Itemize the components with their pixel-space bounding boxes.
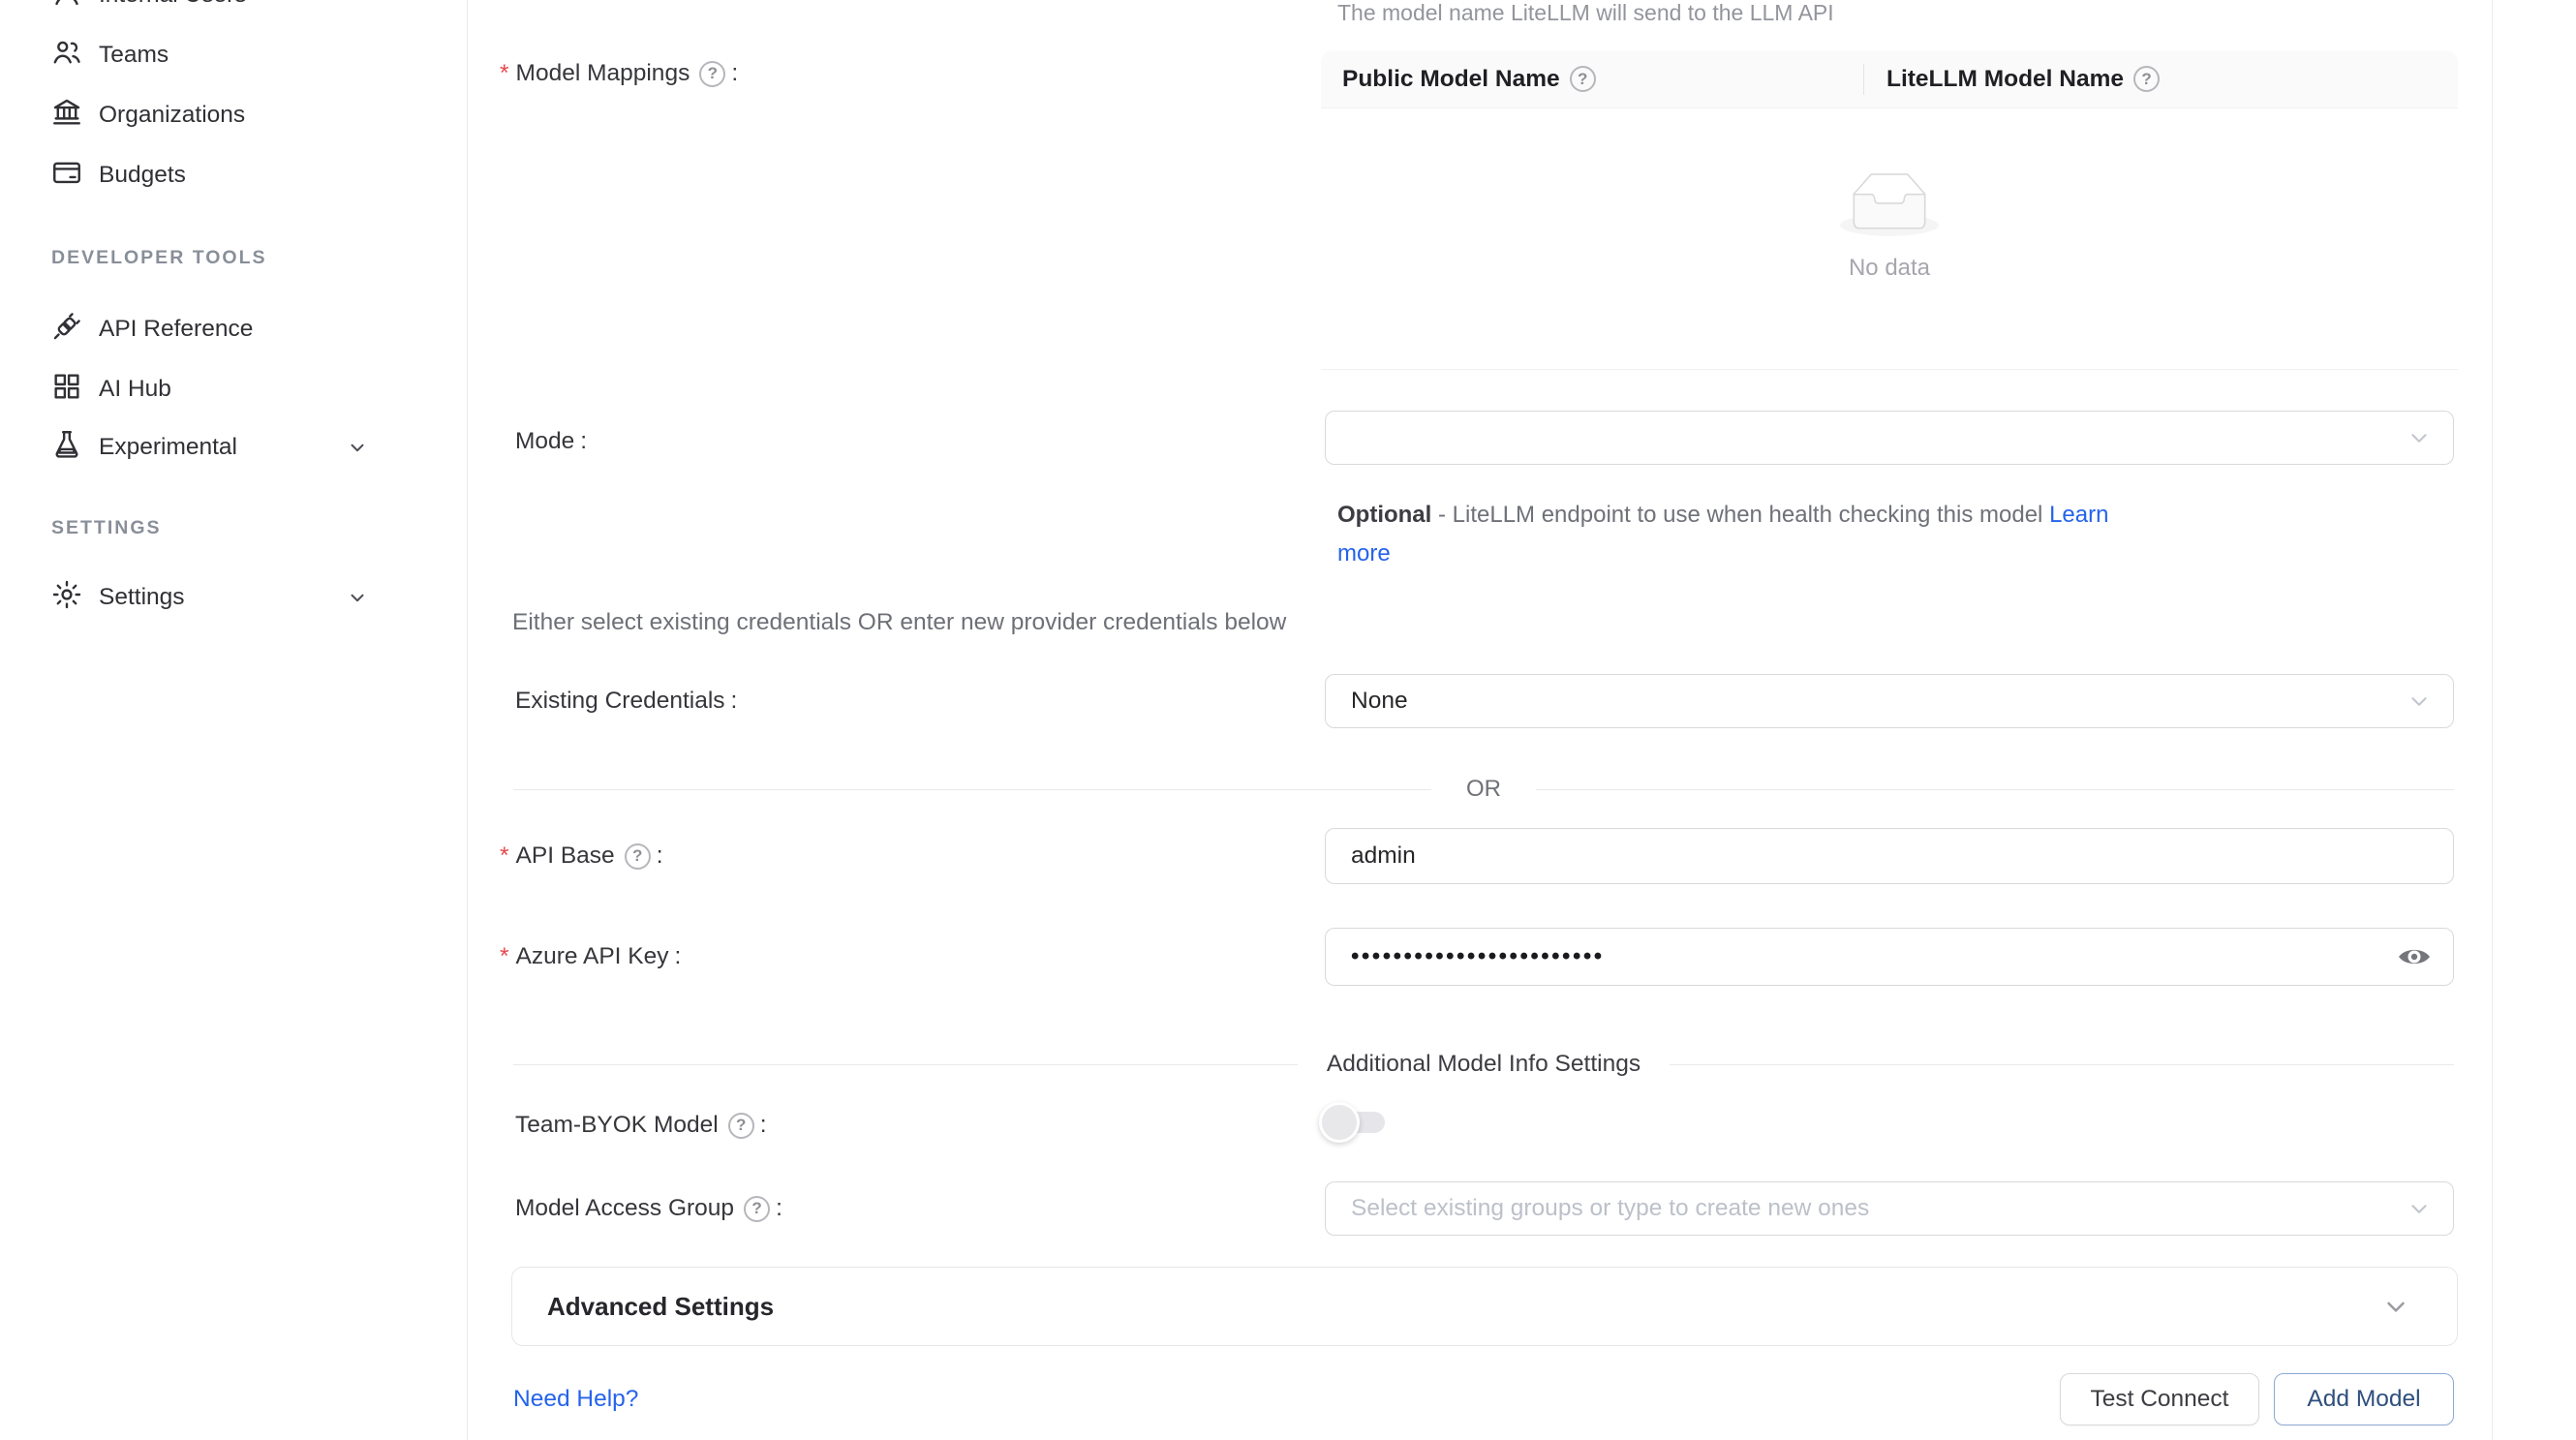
team-byok-toggle[interactable]: [1319, 1100, 1389, 1145]
credit-card-icon: [50, 156, 83, 196]
model-mappings-label: * Model Mappings :: [500, 60, 738, 87]
or-divider: OR: [513, 776, 2454, 803]
add-model-page: Internal Users Teams Organizations Budge…: [0, 0, 2576, 1440]
sidebar-item-api-reference[interactable]: API Reference: [50, 299, 428, 359]
user-icon: [50, 0, 83, 15]
column-divider: [1863, 64, 1864, 95]
chevron-down-icon: [2381, 1292, 2410, 1321]
sidebar-item-label: Teams: [99, 42, 169, 69]
sidebar-item-label: AI Hub: [99, 376, 171, 403]
help-icon[interactable]: [625, 843, 651, 870]
chevron-down-icon: [2407, 689, 2432, 714]
chevron-down-icon: [2407, 425, 2432, 450]
grid-icon: [50, 370, 83, 410]
chevron-down-icon: [347, 437, 368, 458]
add-model-button[interactable]: Add Model: [2274, 1373, 2454, 1425]
required-marker: *: [500, 943, 509, 970]
flask-icon: [50, 428, 83, 468]
azure-api-key-label: * Azure API Key :: [500, 943, 681, 970]
model-access-group-label: Model Access Group :: [500, 1195, 782, 1222]
existing-credentials-select[interactable]: None: [1325, 674, 2454, 728]
api-base-input[interactable]: admin: [1325, 828, 2454, 884]
credentials-instruction-text: Either select existing credentials OR en…: [512, 609, 1286, 636]
sidebar-section-developer-tools: DEVELOPER TOOLS: [51, 244, 267, 271]
masked-password-value: ••••••••••••••••••••••••: [1351, 943, 1605, 970]
learn-more-link[interactable]: Learn: [2049, 502, 2108, 528]
existing-credentials-label: Existing Credentials :: [500, 688, 737, 715]
mode-label: Mode :: [500, 428, 587, 455]
help-icon[interactable]: [699, 61, 725, 87]
required-marker: *: [500, 843, 509, 870]
plug-icon: [50, 310, 83, 350]
sidebar-section-settings: SETTINGS: [51, 514, 162, 541]
azure-api-key-input[interactable]: ••••••••••••••••••••••••: [1325, 928, 2454, 986]
sidebar-item-budgets[interactable]: Budgets: [50, 145, 428, 205]
advanced-settings-title: Advanced Settings: [547, 1292, 774, 1322]
table-body-empty: No data: [1321, 108, 2458, 370]
eye-icon[interactable]: [2397, 942, 2432, 971]
mode-select[interactable]: [1325, 411, 2454, 465]
bank-icon: [50, 96, 83, 136]
gear-icon: [50, 578, 83, 618]
need-help-link[interactable]: Need Help?: [513, 1386, 638, 1413]
help-icon[interactable]: [744, 1196, 770, 1222]
learn-more-link[interactable]: more: [1337, 540, 1391, 567]
content-right-divider: [2492, 0, 2493, 1440]
team-byok-label: Team-BYOK Model :: [500, 1112, 767, 1139]
sidebar-item-label: Settings: [99, 584, 185, 611]
litellm-model-helper-text: The model name LiteLLM will send to the …: [1337, 0, 1834, 26]
sidebar-item-label: Internal Users: [99, 0, 247, 9]
model-mappings-table: Public Model Name LiteLLM Model Name No …: [1321, 50, 2458, 370]
sidebar-item-organizations[interactable]: Organizations: [50, 85, 428, 145]
sidebar-item-label: Budgets: [99, 162, 186, 189]
empty-state: No data: [1321, 172, 2458, 282]
sidebar-item-label: Organizations: [99, 102, 245, 129]
table-header-row: Public Model Name LiteLLM Model Name: [1321, 50, 2458, 108]
mode-helper-text: Optional - LiteLLM endpoint to use when …: [1337, 496, 2108, 573]
empty-inbox-icon: [1840, 172, 1939, 241]
advanced-settings-panel[interactable]: Advanced Settings: [511, 1267, 2458, 1346]
empty-state-text: No data: [1849, 255, 1930, 282]
sidebar-item-experimental[interactable]: Experimental: [50, 417, 428, 477]
required-marker: *: [500, 60, 509, 87]
sidebar-item-label: API Reference: [99, 316, 253, 343]
model-access-group-select[interactable]: Select existing groups or type to create…: [1325, 1181, 2454, 1236]
sidebar: Internal Users Teams Organizations Budge…: [0, 0, 468, 1440]
table-header-litellm-model-name: LiteLLM Model Name: [1863, 66, 2458, 93]
team-icon: [50, 36, 83, 76]
table-header-public-model-name: Public Model Name: [1321, 66, 1863, 93]
select-placeholder: Select existing groups or type to create…: [1351, 1195, 1869, 1222]
api-base-label: * API Base :: [500, 843, 663, 870]
chevron-down-icon: [2407, 1196, 2432, 1221]
chevron-down-icon: [347, 587, 368, 608]
sidebar-item-internal-users[interactable]: Internal Users: [50, 0, 428, 25]
sidebar-item-settings[interactable]: Settings: [50, 567, 428, 628]
sidebar-item-teams[interactable]: Teams: [50, 25, 428, 85]
help-icon[interactable]: [2133, 66, 2160, 92]
sidebar-item-ai-hub[interactable]: AI Hub: [50, 359, 428, 419]
sidebar-item-label: Experimental: [99, 434, 237, 461]
help-icon[interactable]: [728, 1113, 754, 1139]
test-connect-button[interactable]: Test Connect: [2060, 1373, 2259, 1425]
help-icon[interactable]: [1570, 66, 1596, 92]
additional-model-info-divider: Additional Model Info Settings: [513, 1051, 2454, 1078]
